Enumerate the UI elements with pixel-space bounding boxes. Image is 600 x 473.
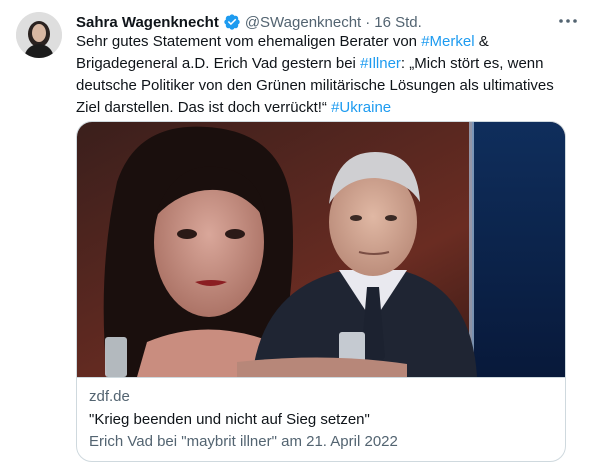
- author-handle[interactable]: @SWagenknecht: [245, 14, 361, 31]
- hashtag-link-illner[interactable]: #Illner: [360, 55, 401, 72]
- card-image[interactable]: [77, 122, 565, 377]
- tweet-text: Sehr gutes Statement vom ehemaligen Bera…: [76, 31, 576, 119]
- more-options-icon[interactable]: [556, 10, 580, 32]
- avatar-photo: [16, 12, 62, 58]
- timestamp[interactable]: 16 Std.: [374, 14, 422, 31]
- author-name[interactable]: Sahra Wagenknecht: [76, 14, 219, 31]
- tweet-text-part: Sehr gutes Statement vom ehemaligen Bera…: [76, 33, 422, 50]
- verified-badge-icon: [223, 13, 241, 31]
- card-title: "Krieg beenden und nicht auf Sieg setzen…: [89, 411, 370, 428]
- tweet-header: Sahra Wagenknecht @SWagenknecht · 16 Std…: [76, 11, 560, 33]
- card-domain: zdf.de: [89, 388, 130, 405]
- avatar[interactable]: [16, 12, 62, 58]
- separator-dot: ·: [365, 13, 371, 31]
- hashtag-link-ukraine[interactable]: #Ukraine: [331, 99, 391, 116]
- link-preview-card[interactable]: zdf.de "Krieg beenden und nicht auf Sieg…: [76, 121, 566, 462]
- card-meta: zdf.de "Krieg beenden und nicht auf Sieg…: [77, 377, 565, 461]
- card-description: Erich Vad bei "maybrit illner" am 21. Ap…: [89, 433, 398, 450]
- hashtag-link-merkel[interactable]: #Merkel: [421, 33, 474, 50]
- card-image-photo: [77, 122, 565, 377]
